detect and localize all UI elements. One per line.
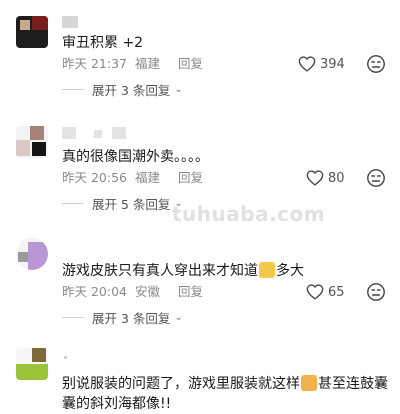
cat-face-emoji — [301, 375, 317, 391]
comment-text: 囊的斜刘海都像!! — [62, 396, 172, 412]
comment-text-part: 别说服装的问题了，游戏里服装就这样 — [62, 376, 300, 392]
comment-text-part: 甚至连鼓囊 — [318, 376, 388, 392]
comment-text: 别说服装的问题了，游戏里服装就这样 甚至连鼓囊 — [62, 374, 388, 394]
comment-item: 别说服装的问题了，游戏里服装就这样 甚至连鼓囊 囊的斜刘海都像!! — [0, 0, 400, 412]
avatar[interactable] — [16, 348, 48, 380]
username-redacted — [64, 356, 67, 359]
